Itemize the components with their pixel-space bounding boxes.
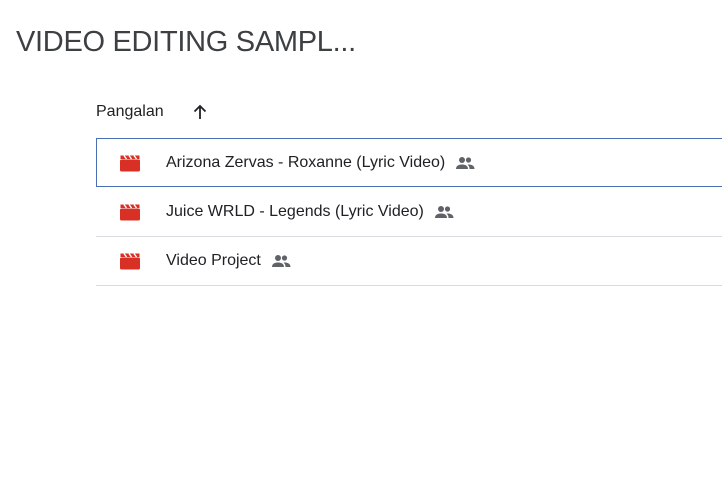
file-row[interactable]: Video Project bbox=[96, 237, 722, 286]
video-clapperboard-icon bbox=[120, 204, 140, 221]
page-title: VIDEO EDITING SAMPL... bbox=[16, 26, 356, 58]
file-name-cell: Juice WRLD - Legends (Lyric Video) bbox=[166, 203, 454, 221]
video-clapperboard-icon bbox=[120, 253, 140, 270]
file-name-cell: Video Project bbox=[166, 252, 291, 270]
shared-people-icon bbox=[455, 156, 475, 170]
name-column-label: Pangalan bbox=[96, 103, 164, 120]
file-name: Video Project bbox=[166, 252, 261, 269]
name-column-header[interactable]: Pangalan bbox=[96, 98, 209, 126]
file-list: Arizona Zervas - Roxanne (Lyric Video) J… bbox=[96, 138, 722, 286]
file-name: Arizona Zervas - Roxanne (Lyric Video) bbox=[166, 153, 446, 171]
file-row[interactable]: Juice WRLD - Legends (Lyric Video) bbox=[96, 188, 722, 237]
file-name-cell: Arizona Zervas - Roxanne (Lyric Video) bbox=[166, 154, 475, 172]
shared-people-icon bbox=[271, 254, 291, 268]
shared-people-icon bbox=[434, 205, 454, 219]
file-row[interactable]: Arizona Zervas - Roxanne (Lyric Video) bbox=[96, 138, 722, 187]
arrow-upward-icon[interactable] bbox=[191, 103, 209, 121]
drive-folder-view: VIDEO EDITING SAMPL... Pangalan Arizona … bbox=[0, 0, 722, 477]
video-clapperboard-icon bbox=[120, 154, 140, 171]
file-name: Juice WRLD - Legends (Lyric Video) bbox=[166, 203, 424, 220]
